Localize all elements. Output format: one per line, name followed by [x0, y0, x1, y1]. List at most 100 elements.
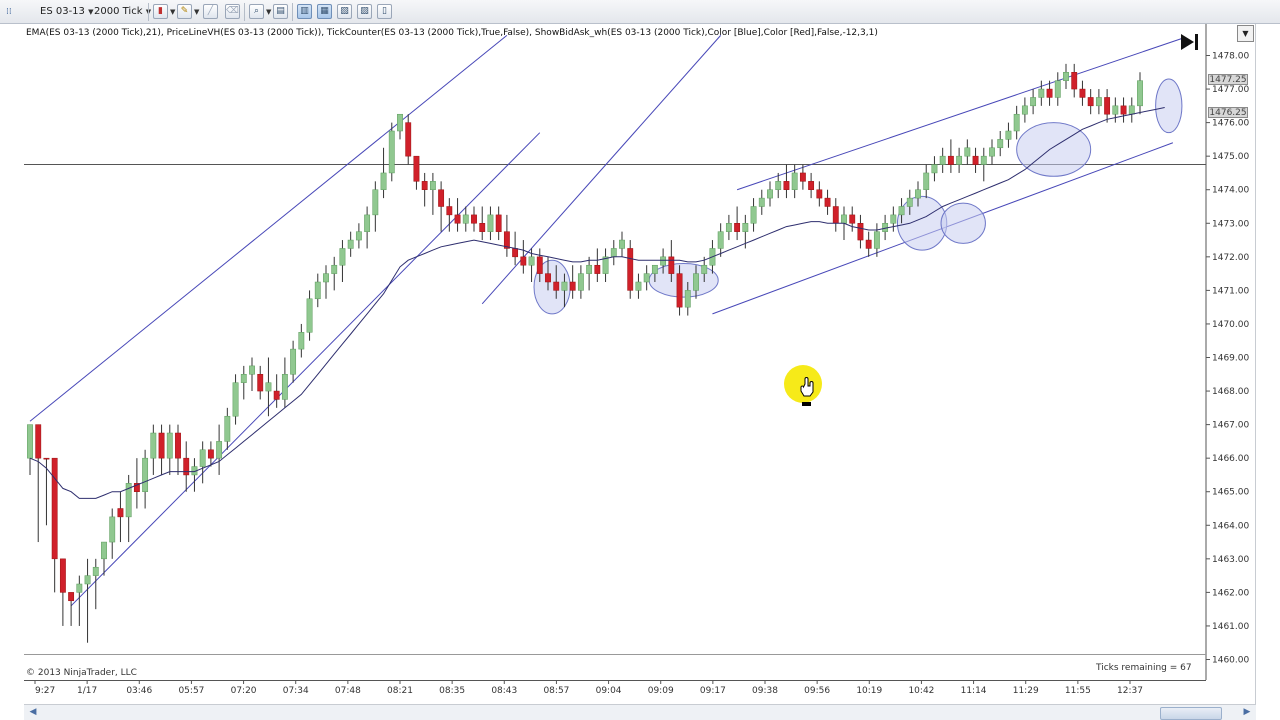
x-tick-label: 09:56: [804, 686, 830, 696]
candle-body: [577, 273, 584, 291]
candle-body: [438, 189, 445, 207]
candle-body: [643, 273, 650, 283]
x-tick-label: 1/17: [77, 686, 97, 696]
candle-body: [166, 432, 173, 459]
pencil-icon[interactable]: ✎: [177, 4, 192, 19]
x-tick-label: 08:35: [439, 686, 465, 696]
candle-body: [824, 197, 831, 207]
candle-body: [619, 239, 625, 249]
candle-body: [799, 172, 806, 182]
eraser-icon[interactable]: ⌫: [225, 4, 240, 19]
y-tick-label: 1469.00: [1212, 354, 1249, 364]
scroll-to-end-icon[interactable]: ▼: [1237, 25, 1254, 42]
highlight-ellipse: [1155, 78, 1183, 134]
candle-body: [339, 248, 346, 266]
x-tick-label: 11:55: [1065, 686, 1091, 696]
candle-body: [479, 223, 486, 232]
x-tick-label: 10:42: [908, 686, 934, 696]
x-tick-label: 08:21: [387, 686, 413, 696]
strategy-icon[interactable]: ▨: [357, 4, 372, 19]
candle-body: [27, 424, 33, 459]
candle-body: [767, 189, 773, 199]
y-tick-label: 1478.00: [1212, 52, 1249, 62]
candle-body: [635, 281, 642, 291]
candle-body: [84, 575, 91, 585]
candle-body: [1071, 72, 1078, 90]
horizontal-scrollbar[interactable]: ◀ ▶: [24, 704, 1256, 720]
period-selector[interactable]: 2000 Tick ▼: [94, 4, 151, 20]
chevron-down-icon[interactable]: ▼: [194, 4, 199, 20]
y-tick-label: 1476.00: [1212, 119, 1249, 129]
candle-body: [397, 113, 403, 132]
zoom-icon[interactable]: ⌕: [249, 4, 264, 19]
candle-body: [265, 382, 272, 392]
candle-body: [92, 566, 99, 576]
candle-body: [175, 432, 181, 459]
candle-body: [1079, 88, 1086, 98]
candle-body: [660, 256, 667, 266]
y-tick-label: 1466.00: [1212, 454, 1249, 464]
scrollbar-thumb[interactable]: [1160, 707, 1222, 720]
candle-body: [117, 508, 124, 518]
candle-body: [1005, 130, 1012, 140]
candle-body: [454, 214, 461, 224]
candle-body: [1063, 72, 1069, 81]
candle-body: [388, 130, 395, 174]
data-box-icon[interactable]: ▦: [317, 4, 332, 19]
bar-spacing-icon[interactable]: ▥: [297, 4, 312, 19]
y-tick-label: 1464.00: [1212, 521, 1249, 531]
candle-body: [240, 374, 247, 383]
properties-icon[interactable]: ▤: [273, 4, 288, 19]
candle-body: [717, 231, 724, 249]
copyright-text: © 2013 NinjaTrader, LLC: [26, 668, 137, 678]
y-tick-label: 1471.00: [1212, 286, 1249, 296]
candle-body: [35, 424, 42, 459]
candle-body: [487, 214, 494, 232]
candle-body: [290, 348, 297, 375]
scroll-right-icon[interactable]: ▶: [1240, 706, 1254, 719]
x-tick-label: 11:29: [1013, 686, 1039, 696]
candle-body: [314, 281, 321, 300]
candle-body: [1095, 97, 1102, 107]
candle-body: [989, 147, 995, 157]
candle-body: [1112, 105, 1119, 115]
y-tick-label: 1474.00: [1212, 186, 1249, 196]
drawing-icon[interactable]: ╱: [203, 4, 218, 19]
cursor-highlight: [784, 365, 822, 403]
instrument-selector[interactable]: ES 03-13 ▼: [40, 4, 93, 20]
chevron-down-icon[interactable]: ▼: [170, 4, 175, 20]
candle-body: [816, 189, 823, 199]
candle-body: [51, 457, 58, 560]
candle-body: [923, 172, 930, 190]
candle-body: [43, 457, 50, 460]
candle-body: [372, 189, 379, 216]
candle-body: [915, 189, 921, 199]
scroll-left-icon[interactable]: ◀: [26, 706, 40, 719]
candle-body: [758, 197, 765, 207]
candle-body: [553, 281, 560, 291]
candle-body: [676, 273, 683, 308]
dom-icon[interactable]: ▯: [377, 4, 392, 19]
candle-body: [890, 214, 897, 224]
chevron-down-icon[interactable]: ▼: [266, 4, 271, 20]
candle-body: [627, 248, 634, 291]
candle-body: [775, 181, 782, 190]
candle-body: [849, 214, 856, 224]
candle-body: [701, 264, 708, 274]
candle-body: [249, 365, 255, 375]
instrument-label: ES 03-13: [40, 6, 85, 17]
candle-body: [380, 172, 387, 190]
y-tick-label: 1460.00: [1212, 656, 1249, 666]
candle-body: [997, 139, 1004, 149]
candle-body: [331, 264, 338, 274]
candle-body: [142, 457, 149, 492]
candlestick-icon[interactable]: ▮: [153, 4, 168, 19]
candlestick-chart: 1478.00 1477.00 1476.00 1475.00 1474.00 1473.…: [24, 24, 1249, 704]
y-tick-label: 1463.00: [1212, 555, 1249, 565]
chart-trader-icon[interactable]: ▧: [337, 4, 352, 19]
candle-body: [939, 155, 946, 165]
x-tick-label: 07:48: [335, 686, 361, 696]
x-tick-label: 05:57: [178, 686, 204, 696]
candle-body: [873, 231, 880, 249]
candle-body: [841, 214, 847, 224]
